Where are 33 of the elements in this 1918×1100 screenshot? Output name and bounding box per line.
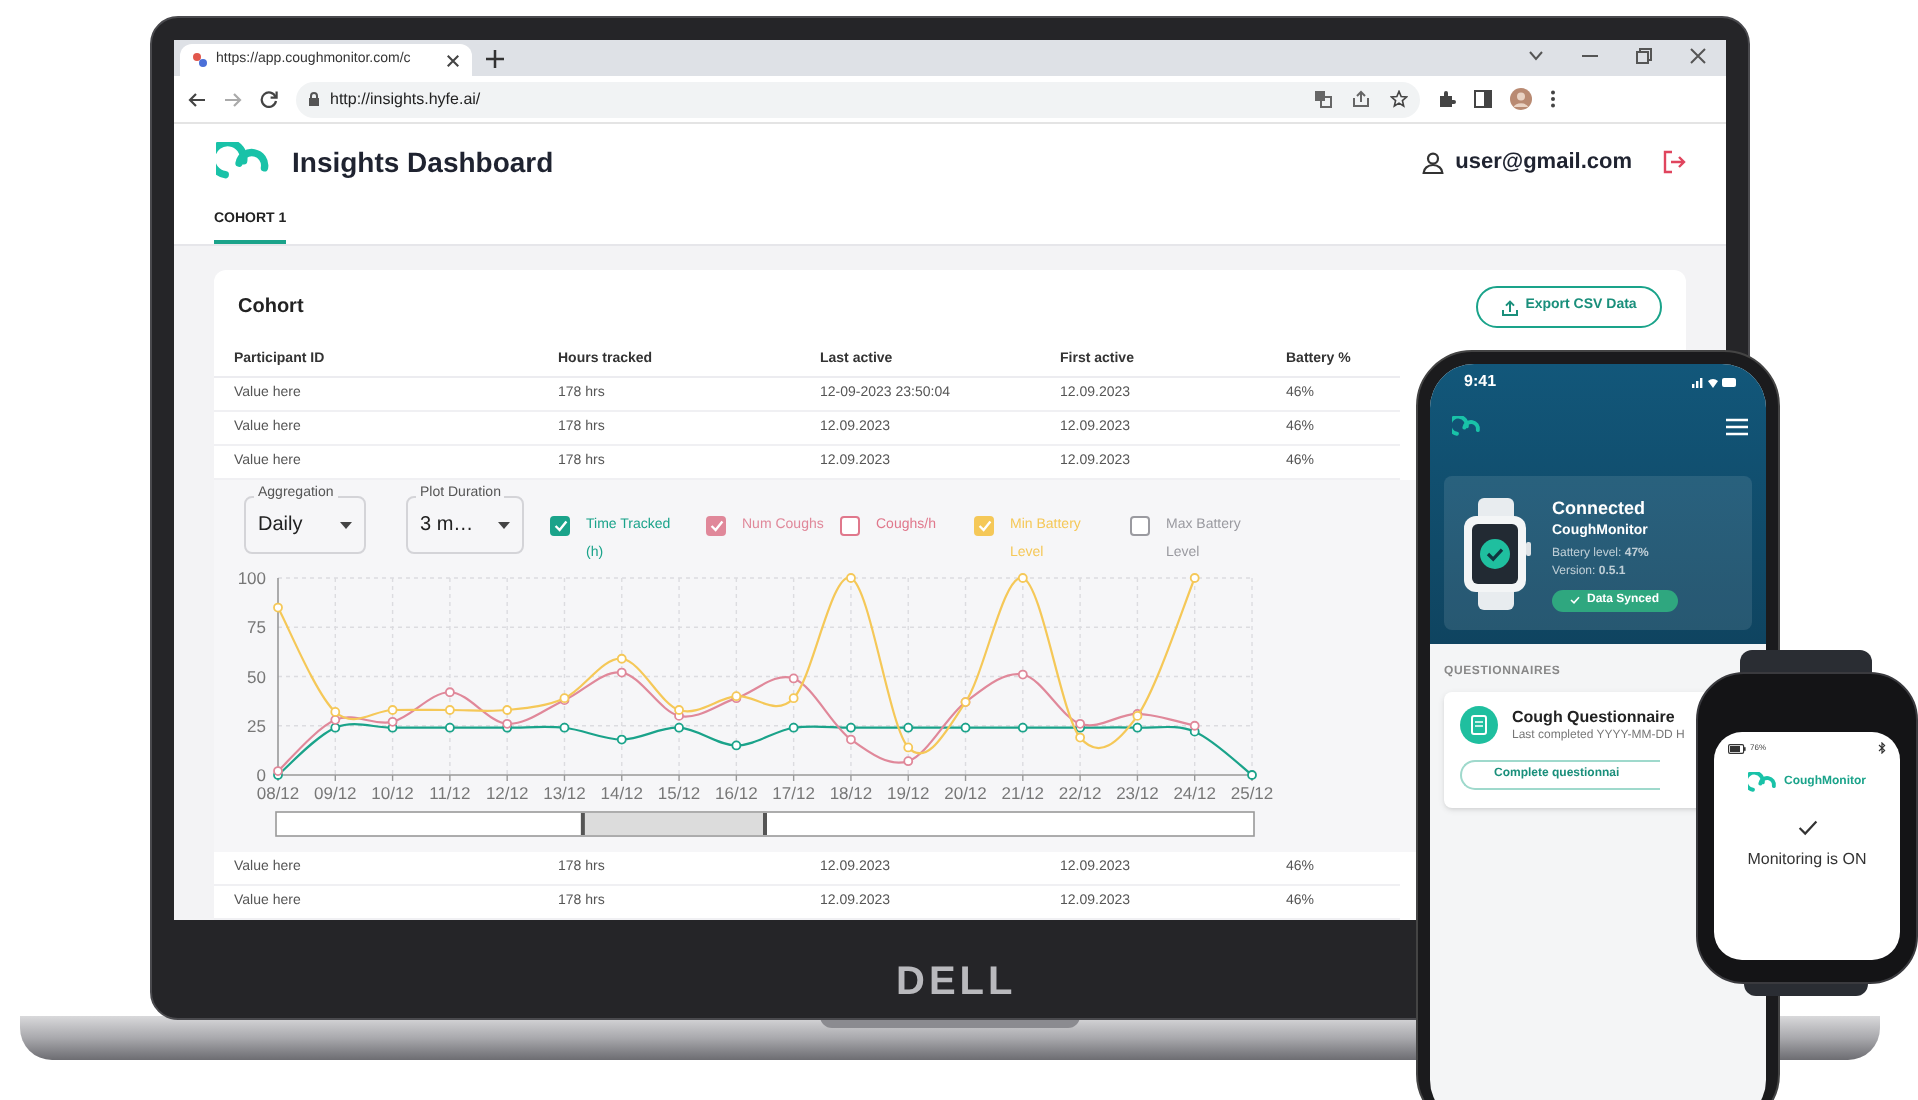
axis-label: 100 — [237, 568, 266, 588]
device-status: Connected — [1552, 495, 1648, 519]
axis-label: 50 — [247, 666, 266, 687]
axis-label: 15/12 — [657, 783, 701, 803]
user-email: user@gmail.com — [1455, 147, 1632, 178]
axis-label: 25/12 — [1230, 783, 1274, 803]
card-title: Cohort — [238, 294, 304, 322]
status-time: 9:41 — [1464, 370, 1497, 394]
axis-label: 21/12 — [1001, 783, 1045, 803]
axis-label: 24/12 — [1173, 783, 1216, 803]
axis-label: 13/12 — [543, 783, 586, 803]
dropdown-value: 3 m… — [420, 512, 474, 540]
axis-label: 20/12 — [944, 783, 987, 803]
dropdown-value: Daily — [258, 512, 303, 540]
axis-label: 12/12 — [485, 783, 529, 803]
laptop-logo: DELL — [896, 958, 1017, 1008]
axis-label: 75 — [247, 617, 266, 638]
axis-label: 0 — [256, 765, 266, 785]
axis-label: 25 — [247, 715, 266, 736]
axis-label: 10/12 — [371, 783, 414, 803]
questionnaire-title: Cough Questionnaire — [1512, 706, 1677, 728]
axis-label: 11/12 — [429, 783, 471, 803]
axis-label: 18/12 — [829, 783, 873, 803]
axis-label: 09/12 — [314, 783, 357, 803]
monitoring-status: Monitoring is ON — [1747, 848, 1867, 872]
app-title: Insights Dashboard — [292, 143, 554, 182]
axis-label: 08/12 — [256, 783, 300, 803]
axis-label: 14/12 — [600, 783, 644, 803]
axis-label: 22/12 — [1058, 783, 1102, 803]
axis-label: 17/12 — [772, 783, 815, 803]
axis-label: 16/12 — [715, 783, 758, 803]
axis-label: 19/12 — [886, 783, 930, 803]
axis-label: 23/12 — [1116, 783, 1159, 803]
